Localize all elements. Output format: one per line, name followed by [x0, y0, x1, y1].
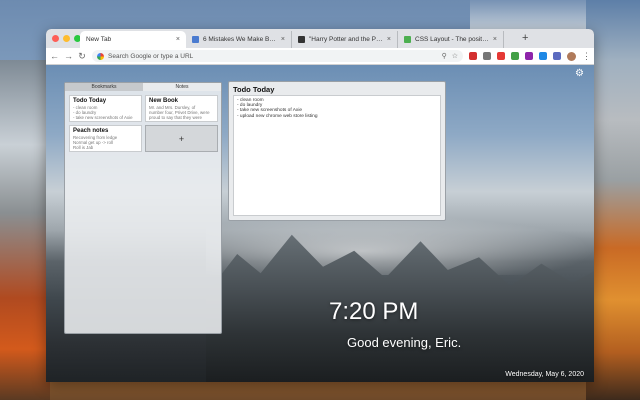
tab-strip: New Tab × 6 Mistakes We Make Brushing × … — [46, 29, 594, 48]
tab-brushing-article[interactable]: 6 Mistakes We Make Brushing × — [186, 31, 292, 48]
tab-harry-potter[interactable]: "Harry Potter and the Philosoph × — [292, 31, 398, 48]
favicon-icon — [404, 36, 411, 43]
new-tab-button[interactable]: + — [522, 32, 528, 44]
reload-button[interactable]: ↻ — [78, 51, 86, 62]
browser-toolbar: ← → ↻ Search Google or type a URL ⚲ ☆ ⋮ — [46, 48, 594, 65]
note-card-title: New Book — [149, 98, 179, 104]
notes-panel: Bookmarks Notes Todo Today - clean room … — [64, 82, 222, 334]
extension-icon[interactable] — [511, 52, 519, 60]
window-controls — [52, 35, 81, 42]
bookmark-star-icon[interactable]: ☆ — [452, 52, 458, 60]
extension-icon[interactable] — [483, 52, 491, 60]
note-editor-textarea[interactable]: - clean room - do laundry - take new scr… — [233, 95, 441, 216]
extension-icon[interactable] — [525, 52, 533, 60]
profile-avatar[interactable] — [567, 51, 576, 61]
extension-icon[interactable] — [539, 52, 547, 60]
extension-adblock-icon[interactable] — [469, 52, 477, 60]
browser-window: New Tab × 6 Mistakes We Make Brushing × … — [46, 29, 594, 382]
omnibox[interactable]: Search Google or type a URL ⚲ ☆ — [92, 50, 463, 62]
gear-icon[interactable]: ⚙ — [575, 68, 584, 79]
extension-icon[interactable] — [553, 52, 561, 60]
extension-icon[interactable] — [497, 52, 505, 60]
note-card-title: Todo Today — [73, 98, 107, 104]
add-note-button[interactable]: + — [145, 125, 218, 152]
note-card[interactable]: New Book Mr. and Mrs. Dursley, of number… — [145, 95, 218, 122]
new-tab-page: ⚙ Bookmarks Notes Todo Today - clean roo… — [46, 65, 594, 382]
tab-notes[interactable]: Notes — [143, 83, 221, 91]
note-card[interactable]: Todo Today - clean room - do laundry - t… — [69, 95, 142, 122]
tab-close-icon[interactable]: × — [281, 36, 285, 43]
tab-new-tab[interactable]: New Tab × — [80, 31, 186, 48]
zoom-icon[interactable]: ⚲ — [442, 52, 447, 60]
favicon-icon — [192, 36, 199, 43]
tab-css-layout[interactable]: CSS Layout - The position Pro × — [398, 31, 504, 48]
note-editor: Todo Today - clean room - do laundry - t… — [228, 81, 446, 221]
note-card-title: Peach notes — [73, 128, 109, 134]
forward-button[interactable]: → — [64, 51, 73, 61]
tab-bookmarks[interactable]: Bookmarks — [65, 83, 143, 91]
minimize-window-button[interactable] — [63, 35, 70, 42]
google-icon — [97, 52, 104, 60]
note-card-line: proud to say that they were — [149, 115, 202, 120]
menu-icon[interactable]: ⋮ — [582, 51, 591, 62]
greeting-text: Good evening, Eric. — [347, 335, 462, 350]
note-line: - upload new chrome web store listing — [237, 113, 318, 119]
tab-title: New Tab — [86, 36, 112, 43]
back-button[interactable]: ← — [50, 51, 59, 61]
close-window-button[interactable] — [52, 35, 59, 42]
tab-close-icon[interactable]: × — [387, 36, 391, 43]
date-text: Wednesday, May 6, 2020 — [505, 371, 584, 378]
desktop-wallpaper-left — [0, 60, 50, 400]
favicon-icon — [298, 36, 305, 43]
tab-close-icon[interactable]: × — [176, 36, 180, 43]
note-card[interactable]: Peach notes Recovering from ledge Normal… — [69, 125, 142, 152]
note-card-line: - take new screenshots of Axie — [73, 115, 133, 120]
tab-title: 6 Mistakes We Make Brushing — [203, 36, 277, 43]
note-editor-title[interactable]: Todo Today — [229, 82, 445, 95]
omnibox-placeholder: Search Google or type a URL — [108, 52, 194, 60]
tab-close-icon[interactable]: × — [493, 36, 497, 43]
desktop-wallpaper-right — [586, 0, 640, 400]
tab-title: "Harry Potter and the Philosoph — [309, 36, 383, 43]
note-card-line: Roll is Jab — [73, 145, 94, 150]
clock-time: 7:20 PM — [329, 298, 419, 325]
tab-title: CSS Layout - The position Pro — [415, 36, 489, 43]
